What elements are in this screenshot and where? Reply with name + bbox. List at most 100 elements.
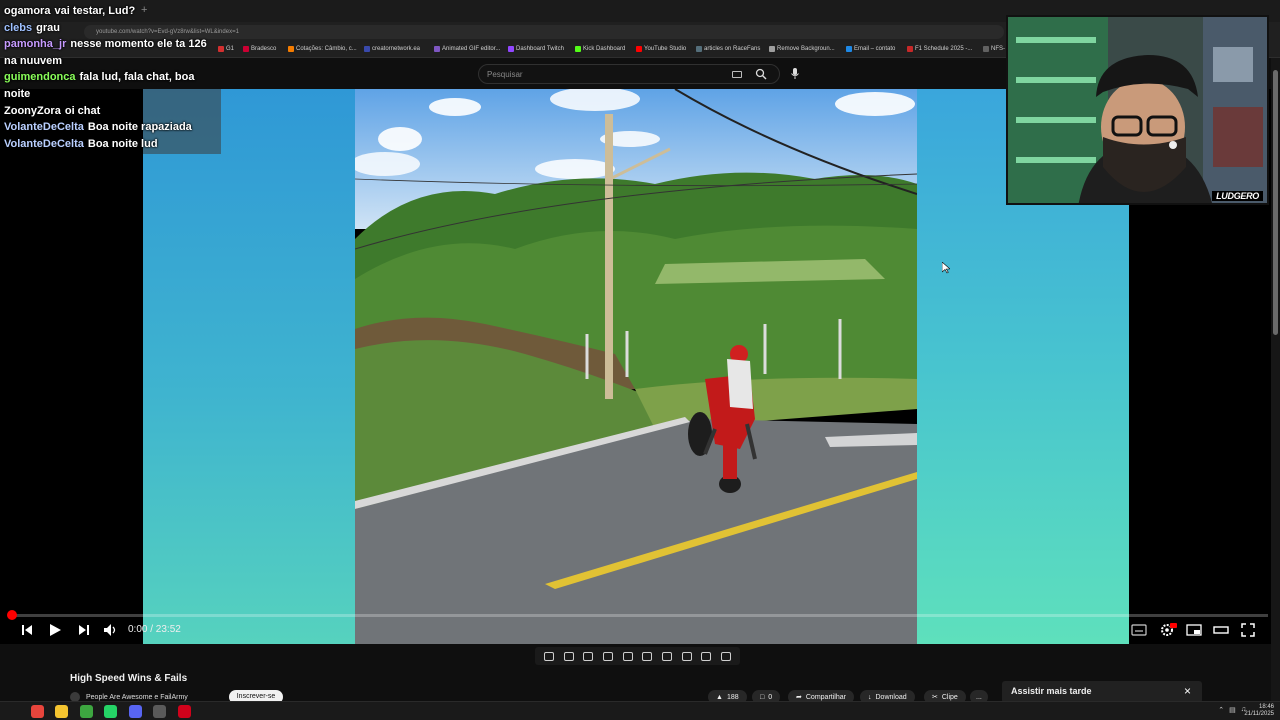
previous-icon[interactable] — [20, 622, 34, 638]
bookmark-item[interactable]: creatornetwork.ea — [364, 46, 420, 52]
more-label: ... — [976, 693, 982, 701]
webcam-scene — [1008, 17, 1267, 203]
bookmark-item[interactable]: Dashboard Twitch — [508, 46, 564, 52]
obs-icon[interactable] — [153, 705, 166, 718]
chevron-up-icon[interactable]: ⌃ — [1218, 706, 1224, 714]
bookmark-item[interactable]: articles on RaceFans — [696, 46, 760, 52]
screenshot-icon[interactable] — [701, 651, 712, 661]
share-label: Compartilhar — [805, 693, 846, 701]
miniplayer-icon[interactable] — [1186, 622, 1202, 638]
search-box[interactable]: Pesquisar — [478, 64, 780, 84]
scissors-icon: ✂ — [932, 694, 938, 701]
keyboard-icon[interactable] — [732, 71, 742, 78]
chat-text: Boa noite lud — [87, 137, 158, 150]
settings-icon[interactable] — [1159, 622, 1177, 638]
files-icon[interactable] — [55, 705, 68, 718]
clip-label: Clipe — [941, 693, 958, 701]
chat-message: pamonha_jr nesse momento ele ta 126 na nu… — [4, 36, 214, 69]
webcam-logo: LUDGERO — [1212, 191, 1263, 201]
chat-username: ZoonyZora — [4, 104, 61, 117]
bookmark-label: G1 — [226, 46, 235, 52]
webcam-overlay: LUDGERO — [1006, 15, 1269, 205]
chrome-icon[interactable] — [31, 705, 44, 718]
chat-username: VolanteDeCelta — [4, 137, 84, 150]
bookmark-item[interactable]: YouTube Studio — [636, 46, 686, 52]
bookmark-favicon-icon — [636, 46, 642, 52]
bookmark-label: Remove Backgroun... — [777, 46, 835, 52]
screen: + youtube.com/watch?v=Evd-gVz8rw&list=WL… — [0, 0, 1280, 720]
whatsapp-icon[interactable] — [104, 705, 117, 718]
close-icon[interactable]: × — [1184, 684, 1191, 698]
play-icon[interactable] — [48, 622, 62, 638]
bookmark-favicon-icon — [508, 46, 514, 52]
chat-message: VolanteDeCelta Boa noite rapaziada — [4, 119, 214, 136]
bookmark-item[interactable]: NFS- — [983, 46, 1005, 52]
bookmark-favicon-icon — [434, 46, 440, 52]
bookmark-item[interactable]: Remove Backgroun... — [769, 46, 835, 52]
search-input[interactable]: Pesquisar — [487, 70, 523, 79]
progress-bar[interactable] — [7, 610, 1268, 620]
speed-icon[interactable] — [681, 651, 692, 661]
gear-icon[interactable] — [721, 651, 732, 661]
channel-name[interactable]: People Are Awesome e FailArmy — [86, 694, 188, 701]
chat-username: ogamora — [4, 5, 51, 17]
subtitles-icon[interactable] — [1131, 622, 1147, 638]
volume-icon[interactable] — [103, 622, 119, 638]
sort-icon[interactable] — [563, 651, 574, 661]
mic-icon[interactable] — [789, 67, 801, 81]
bookmark-favicon-icon — [846, 46, 852, 52]
bookmark-favicon-icon — [288, 46, 294, 52]
bookmark-item[interactable]: Cotações: Câmbio, c... — [288, 46, 357, 52]
bookmark-label: articles on RaceFans — [704, 46, 761, 52]
fullscreen-icon[interactable] — [1240, 622, 1256, 638]
time-display: 0:00 / 23:52 — [128, 624, 181, 635]
bookmark-label: YouTube Studio — [644, 46, 687, 52]
video-scene — [355, 89, 917, 644]
loop-icon[interactable] — [543, 651, 554, 661]
video-frame[interactable] — [355, 89, 917, 644]
bookmark-item[interactable]: Bradesco — [243, 46, 276, 52]
xbox-icon[interactable] — [80, 705, 93, 718]
system-tray: ⌃ ▤ ♫ — [1218, 706, 1246, 714]
chat-message: ogamora vai testar, Lud? — [4, 3, 214, 20]
bookmark-label: Cotações: Câmbio, c... — [296, 46, 357, 52]
playlist-icon[interactable] — [602, 651, 613, 661]
crop-icon[interactable] — [642, 651, 653, 661]
next-icon[interactable] — [77, 622, 91, 638]
cinema-icon[interactable] — [622, 651, 633, 661]
bookmark-favicon-icon — [696, 46, 702, 52]
system-clock[interactable]: 18:46 21/11/2025 — [1244, 704, 1274, 718]
scrollbar-thumb[interactable] — [1273, 70, 1278, 335]
search-icon[interactable] — [755, 68, 767, 80]
chat-message: clebs grau — [4, 20, 214, 37]
chat-text: oi chat — [64, 104, 101, 117]
bookmark-item[interactable]: Kick Dashboard — [575, 46, 625, 52]
audio-icon[interactable] — [583, 651, 594, 661]
video-blur-left — [143, 89, 355, 644]
scrubber-handle[interactable] — [7, 610, 17, 620]
page-scrollbar[interactable] — [1271, 58, 1280, 701]
bookmark-favicon-icon — [364, 46, 370, 52]
url-field[interactable]: youtube.com/watch?v=Evd-gVz8rw&list=WL&i… — [84, 25, 1004, 39]
download-icon: ↓ — [868, 693, 872, 701]
bookmark-label: F1 Schedule 2025 -... — [915, 46, 973, 52]
windows-taskbar: ⌃ ▤ ♫ 18:46 21/11/2025 — [0, 701, 1280, 720]
bookmark-label: Animated GIF editor... — [442, 46, 501, 52]
chat-text: vai testar, Lud? — [54, 5, 136, 17]
bookmark-item[interactable]: Animated GIF editor... — [434, 46, 500, 52]
bookmark-item[interactable]: F1 Schedule 2025 -... — [907, 46, 972, 52]
chat-message: guimendonca fala lud, fala chat, boa noit… — [4, 69, 214, 102]
theater-mode-icon[interactable] — [1213, 622, 1229, 638]
bookmark-item[interactable]: G1 — [218, 46, 234, 52]
network-icon[interactable]: ▤ — [1229, 706, 1236, 714]
bookmark-item[interactable]: Email – contato — [846, 46, 895, 52]
comment-icon: □ — [760, 693, 765, 701]
stream-chat-overlay: ogamora vai testar, Lud? clebs grau pamonha_… — [4, 3, 214, 152]
chat-message: VolanteDeCelta Boa noite lud — [4, 136, 214, 153]
app-icon[interactable] — [178, 705, 191, 718]
comment-count: 0 — [768, 693, 773, 701]
chat-message: ZoonyZora oi chat — [4, 103, 214, 120]
window-icon[interactable] — [661, 651, 672, 661]
chat-username: clebs — [4, 21, 33, 34]
discord-icon[interactable] — [129, 705, 142, 718]
